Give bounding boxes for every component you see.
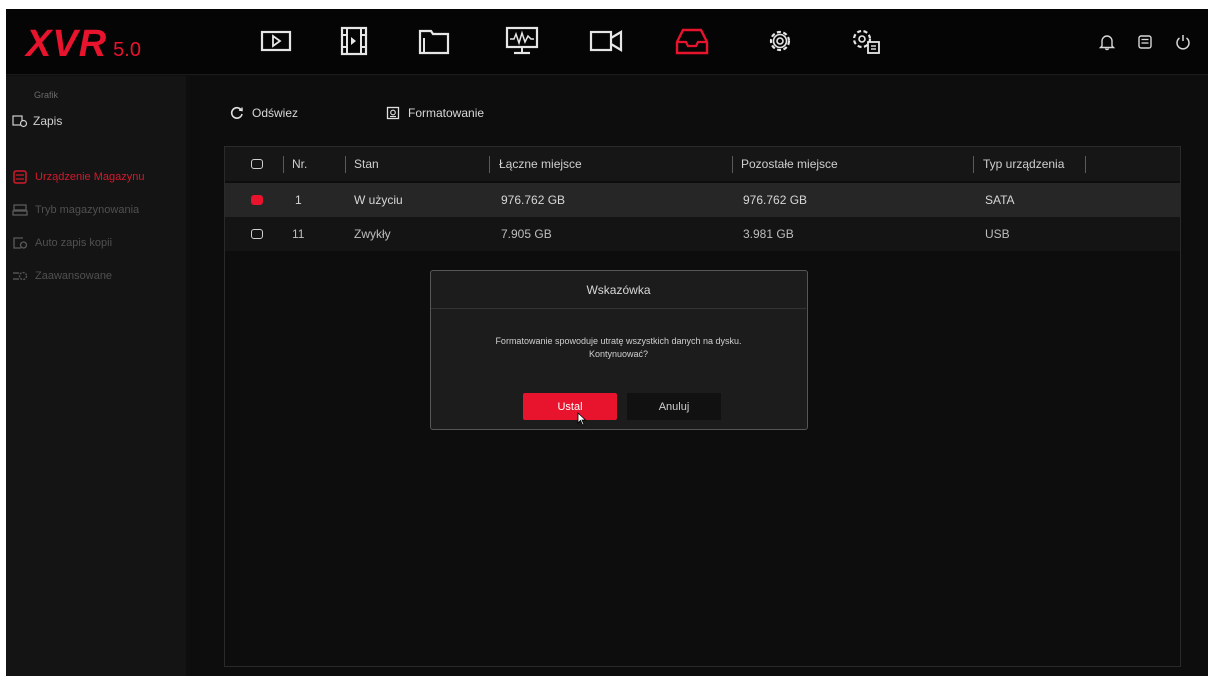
- nav-settings[interactable]: [758, 21, 802, 61]
- cell-remaining: 3.981 GB: [743, 227, 794, 241]
- checkbox-box: [251, 229, 263, 239]
- monitor-waveform-icon: [505, 26, 539, 55]
- sidebar-item-label: Tryb magazynowania: [35, 204, 140, 216]
- cell-total: 976.762 GB: [501, 193, 566, 207]
- refresh-button[interactable]: Odświez: [230, 106, 298, 120]
- sidebar-group-label: Zapis: [33, 114, 63, 128]
- advanced-icon: [13, 271, 28, 281]
- cell-stan: W użyciu: [354, 193, 403, 207]
- logo-brand: XVR: [26, 23, 108, 65]
- nav-playback[interactable]: [254, 21, 298, 61]
- record-icon: [12, 115, 28, 128]
- sidebar-item-storage-device[interactable]: Urządzenie Magazynu: [12, 166, 194, 188]
- top-bar: XVR 5.0: [6, 9, 1208, 75]
- format-icon: [386, 106, 400, 120]
- column-divider: [283, 156, 284, 173]
- dialog-message-line: Formatowanie spowoduje utratę wszystkich…: [495, 336, 742, 346]
- sidebar-item-advanced[interactable]: Zaawansowane: [12, 265, 190, 287]
- checkbox-box: [251, 159, 263, 169]
- column-header-stan[interactable]: Stan: [354, 147, 379, 181]
- sidebar-heading: Grafik: [34, 90, 59, 100]
- storage-tray-icon: [675, 28, 709, 55]
- auto-backup-icon: [13, 237, 28, 249]
- camera-icon: [589, 30, 623, 52]
- bell-icon: [1098, 35, 1116, 51]
- table-row[interactable]: 1 W użyciu 976.762 GB 976.762 GB SATA: [225, 183, 1180, 217]
- cell-remaining: 976.762 GB: [743, 193, 808, 207]
- nav-camera[interactable]: [584, 21, 628, 61]
- column-header-nr[interactable]: Nr.: [292, 147, 307, 181]
- nav-storage[interactable]: [670, 21, 714, 61]
- column-divider: [489, 156, 490, 173]
- column-divider: [1085, 156, 1086, 173]
- refresh-label: Odświez: [252, 106, 299, 120]
- sidebar-item-label: Auto zapis kopii: [35, 237, 113, 249]
- cell-type: USB: [985, 227, 1010, 241]
- mouse-cursor-icon: [577, 412, 587, 426]
- column-header-remaining[interactable]: Pozostałe miejsce: [741, 147, 838, 181]
- logo-version: 5.0: [113, 39, 141, 61]
- cell-stan: Zwykły: [354, 227, 391, 241]
- refresh-icon: [230, 106, 243, 119]
- column-divider: [732, 156, 733, 173]
- power-button[interactable]: [1172, 31, 1194, 53]
- column-header-total[interactable]: Łączne miejsce: [499, 147, 582, 181]
- storage-mode-icon: [12, 204, 28, 216]
- dialog-title: Wskazówka: [431, 271, 806, 309]
- logo: XVR 5.0: [26, 23, 141, 63]
- row-checkbox[interactable]: [251, 183, 263, 217]
- storage-device-icon: [13, 170, 27, 184]
- cancel-button[interactable]: Anuluj: [627, 393, 721, 420]
- confirm-button[interactable]: Ustal: [523, 393, 617, 420]
- cell-nr: 1: [295, 193, 302, 207]
- sidebar-item-label: Zaawansowane: [35, 270, 113, 282]
- column-divider: [345, 156, 346, 173]
- format-button[interactable]: Formatowanie: [386, 106, 484, 120]
- format-confirm-dialog: Wskazówka Formatowanie spowoduje utratę …: [430, 270, 808, 430]
- file-folder-icon: [418, 29, 450, 55]
- cell-total: 7.905 GB: [501, 227, 552, 241]
- table-row[interactable]: 11 Zwykły 7.905 GB 3.981 GB USB: [225, 217, 1180, 251]
- settings-gear-icon: [769, 30, 791, 52]
- nav-system[interactable]: [844, 21, 888, 61]
- column-header-type[interactable]: Typ urządzenia: [983, 147, 1064, 181]
- select-all-checkbox[interactable]: [251, 147, 263, 181]
- system-gear-icon: [852, 29, 880, 54]
- main-content: Odświez Formatowanie Nr. Stan Łączne mie…: [190, 76, 1208, 676]
- column-divider: [973, 156, 974, 173]
- app-window: XVR 5.0 Grafik Zapis Urządzenie Magazynu…: [6, 9, 1208, 676]
- cell-nr: 11: [292, 227, 305, 241]
- sidebar: Grafik Zapis Urządzenie Magazynu Tryb ma…: [6, 76, 194, 676]
- sidebar-item-label: Urządzenie Magazynu: [35, 171, 145, 183]
- sidebar-item-storage-mode[interactable]: Tryb magazynowania: [12, 199, 190, 221]
- nav-video-clip[interactable]: [332, 21, 376, 61]
- row-checkbox[interactable]: [251, 217, 263, 251]
- playback-icon: [260, 30, 292, 52]
- table-header: Nr. Stan Łączne miejsce Pozostałe miejsc…: [225, 147, 1180, 181]
- dialog-message: Formatowanie spowoduje utratę wszystkich…: [441, 335, 796, 361]
- nav-file-folder[interactable]: [412, 21, 456, 61]
- dialog-message-line: Kontynuować?: [588, 349, 649, 359]
- checkbox-box-checked: [251, 195, 263, 205]
- video-clip-icon: [340, 26, 368, 56]
- top-right-icons: [1096, 31, 1194, 53]
- power-icon: [1176, 35, 1190, 50]
- notifications-button[interactable]: [1096, 31, 1118, 53]
- nav-monitor[interactable]: [500, 21, 544, 61]
- format-label: Formatowanie: [408, 106, 485, 120]
- cell-type: SATA: [985, 193, 1015, 207]
- device-icon: [1138, 35, 1152, 49]
- sidebar-group-zapis[interactable]: Zapis: [12, 114, 62, 128]
- sidebar-item-auto-backup[interactable]: Auto zapis kopii: [12, 232, 190, 254]
- device-button[interactable]: [1134, 31, 1156, 53]
